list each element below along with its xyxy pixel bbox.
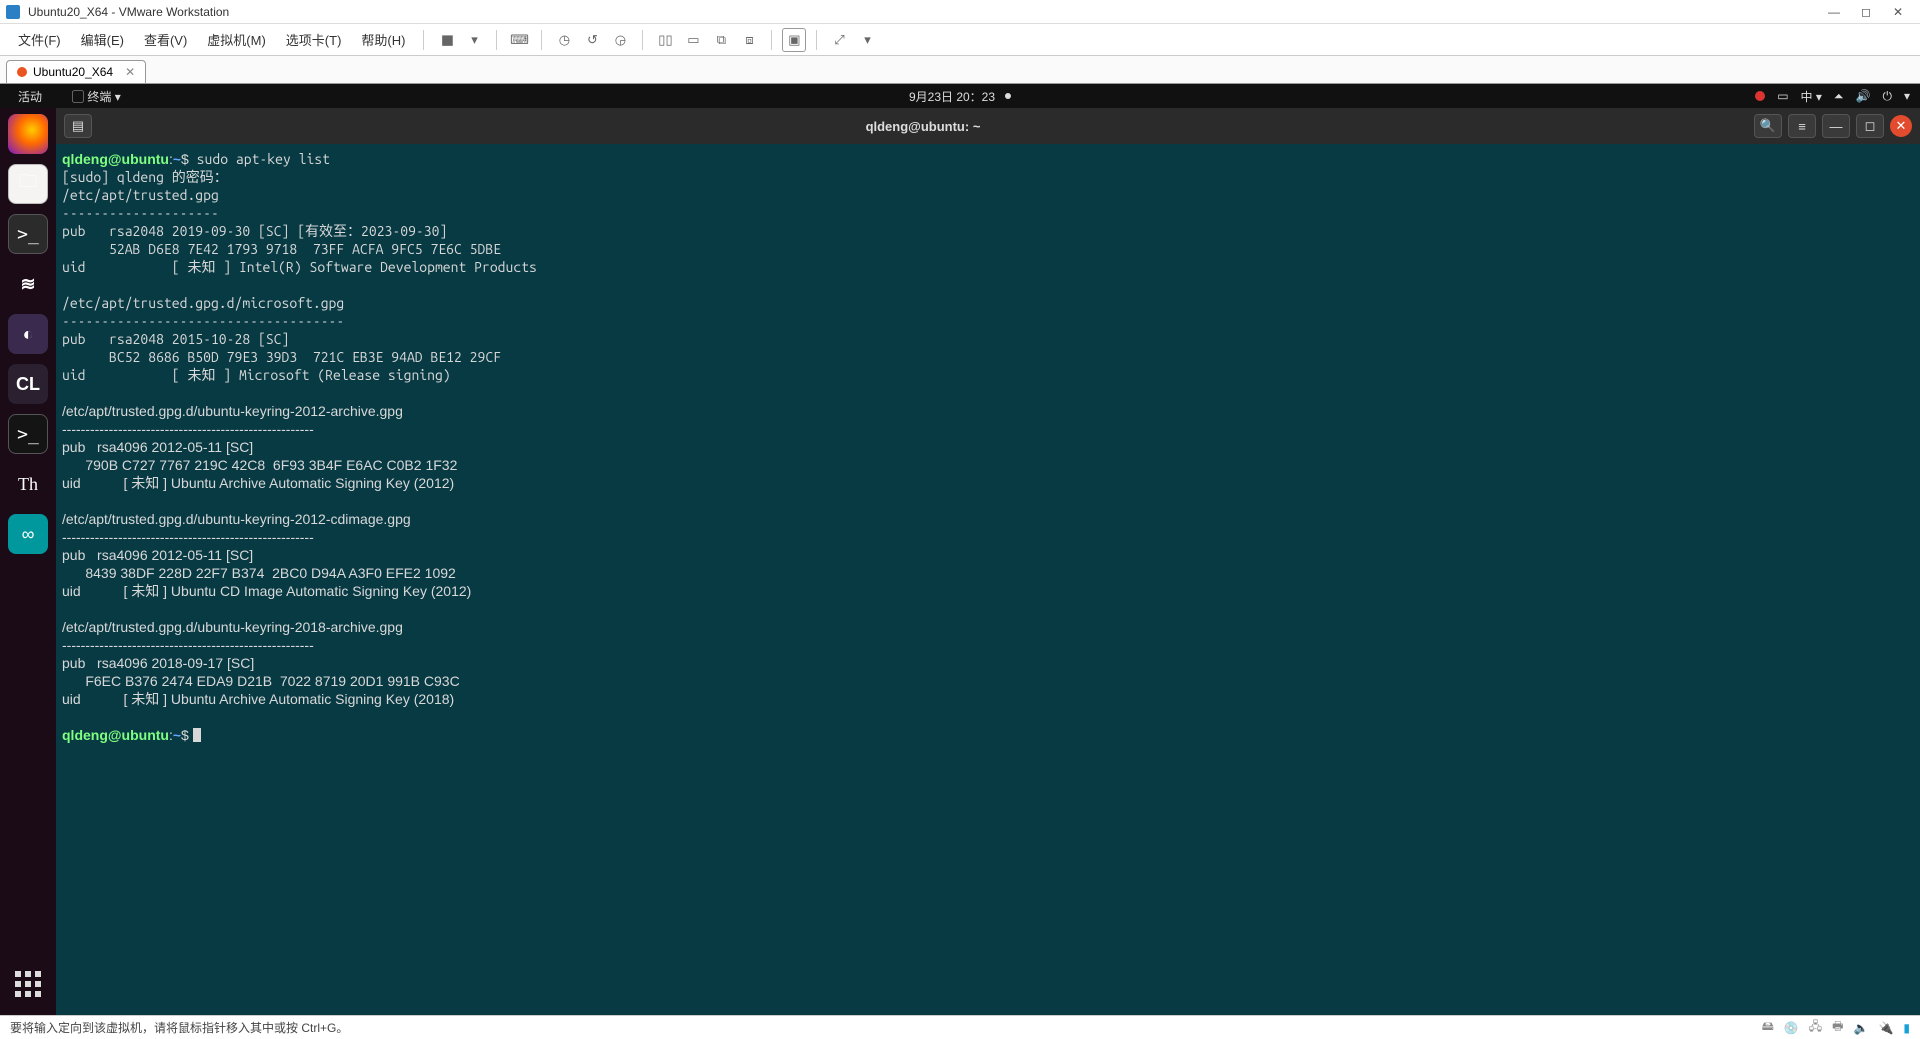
terminal-new-tab-button[interactable]: ▤ (64, 114, 92, 138)
system-menu-arrow-icon[interactable]: ▾ (1904, 89, 1910, 103)
ubuntu-icon (17, 67, 27, 77)
host-statusbar: 要将输入定向到该虚拟机，请将鼠标指针移入其中或按 Ctrl+G。 🖴 💿 🖧 🖶… (0, 1015, 1920, 1039)
menu-edit[interactable]: 编辑(E) (73, 26, 132, 53)
menu-file[interactable]: 文件(F) (10, 26, 69, 53)
vm-tab-label: Ubuntu20_X64 (33, 65, 113, 79)
accessibility-icon[interactable]: ▭ (1777, 89, 1788, 103)
terminal-close-button[interactable]: ✕ (1890, 115, 1912, 137)
host-tabbar: Ubuntu20_X64 ✕ (0, 56, 1920, 84)
vmware-icon (6, 5, 20, 19)
network-icon[interactable]: ⏶ (1834, 89, 1844, 104)
terminal-search-button[interactable]: 🔍 (1754, 114, 1782, 138)
dock-files[interactable]: 🗀 (8, 164, 48, 204)
view-console-only-button[interactable]: ▣ (782, 28, 806, 52)
device-sound-icon[interactable]: 🔈 (1853, 1021, 1868, 1035)
snapshot-manage-button[interactable]: ◶ (608, 28, 632, 52)
volume-icon[interactable]: 🔊 (1856, 89, 1871, 103)
terminal-window: ▤ qldeng@ubuntu: ~ 🔍 ≡ — ◻ ✕ qldeng@ubun… (56, 108, 1920, 1015)
gnome-dock: 🗀 >_ ≋ ◐ CL >_ Th ∞ (0, 108, 56, 1015)
host-maximize-button[interactable]: ◻ (1850, 5, 1882, 19)
host-status-text: 要将输入定向到该虚拟机，请将鼠标指针移入其中或按 Ctrl+G。 (10, 1019, 348, 1036)
gnome-topbar: 活动 ▢ 终端 ▾ 9月23日 20：23 ▭ 中 ▾ ⏶ 🔊 ⏻ ▾ (0, 84, 1920, 108)
notification-dot-icon (1005, 93, 1011, 99)
power-icon[interactable]: ⏻ (1882, 89, 1892, 104)
view-single-button[interactable]: ▯▯ (653, 28, 677, 52)
vm-pause-button[interactable]: ▮▮ (434, 28, 458, 52)
device-usb-icon[interactable]: 🔌 (1878, 1021, 1893, 1035)
device-cd-icon[interactable]: 💿 (1784, 1021, 1799, 1035)
gnome-activities[interactable]: 活动 (10, 86, 50, 107)
vm-tab[interactable]: Ubuntu20_X64 ✕ (6, 60, 146, 83)
dock-show-apps[interactable] (15, 971, 41, 997)
gnome-appmenu[interactable]: ▢ 终端 ▾ (64, 86, 129, 107)
recording-indicator-icon[interactable] (1755, 91, 1765, 101)
host-titlebar: Ubuntu20_X64 - VMware Workstation — ◻ ✕ (0, 0, 1920, 24)
host-menubar: 文件(F) 编辑(E) 查看(V) 虚拟机(M) 选项卡(T) 帮助(H) ▮▮… (0, 24, 1920, 56)
terminal-menu-button[interactable]: ≡ (1788, 114, 1816, 138)
menu-vm[interactable]: 虚拟机(M) (199, 26, 274, 53)
dock-clion[interactable]: CL (8, 364, 48, 404)
gnome-clock[interactable]: 9月23日 20：23 (909, 88, 995, 105)
menu-help[interactable]: 帮助(H) (353, 26, 413, 53)
vm-tab-close[interactable]: ✕ (125, 65, 135, 79)
terminal-minimize-button[interactable]: — (1822, 114, 1850, 138)
menu-tabs[interactable]: 选项卡(T) (278, 26, 350, 53)
terminal-title: qldeng@ubuntu: ~ (98, 119, 1748, 134)
message-log-icon[interactable]: ▮ (1903, 1021, 1910, 1035)
view-console-button[interactable]: ▭ (681, 28, 705, 52)
device-printer-icon[interactable]: 🖶 (1832, 1017, 1843, 1038)
view-quick-button[interactable]: ⧈ (737, 28, 761, 52)
dock-firefox[interactable] (8, 114, 48, 154)
dock-terminal2[interactable]: >_ (8, 414, 48, 454)
dock-font-app[interactable]: Th (8, 464, 48, 504)
host-minimize-button[interactable]: — (1818, 5, 1850, 19)
snapshot-take-button[interactable]: ◷ (552, 28, 576, 52)
device-hdd-icon[interactable]: 🖴 (1762, 1017, 1774, 1038)
terminal-body[interactable]: qldeng@ubuntu:~$ sudo apt-key list [sudo… (56, 144, 1920, 1015)
snapshot-revert-button[interactable]: ↺ (580, 28, 604, 52)
terminal-maximize-button[interactable]: ◻ (1856, 114, 1884, 138)
host-close-button[interactable]: ✕ (1882, 5, 1914, 19)
host-title: Ubuntu20_X64 - VMware Workstation (28, 5, 229, 19)
vm-screen: 活动 ▢ 终端 ▾ 9月23日 20：23 ▭ 中 ▾ ⏶ 🔊 ⏻ ▾ 🗀 >_… (0, 84, 1920, 1015)
device-net-icon[interactable]: 🖧 (1809, 1017, 1822, 1038)
fullscreen-dropdown[interactable]: ▾ (855, 28, 879, 52)
view-unity-button[interactable]: ⧉ (709, 28, 733, 52)
ime-indicator[interactable]: 中 ▾ (1801, 88, 1822, 105)
send-ctrl-alt-del-button[interactable]: ⌨ (507, 28, 531, 52)
dock-terminal[interactable]: >_ (8, 214, 48, 254)
dock-arduino[interactable]: ∞ (8, 514, 48, 554)
fullscreen-button[interactable]: ⤢ (827, 28, 851, 52)
dock-eclipse[interactable]: ◐ (8, 314, 48, 354)
vm-pause-dropdown[interactable]: ▾ (462, 28, 486, 52)
menu-view[interactable]: 查看(V) (136, 26, 195, 53)
terminal-headerbar: ▤ qldeng@ubuntu: ~ 🔍 ≡ — ◻ ✕ (56, 108, 1920, 144)
dock-vscode[interactable]: ≋ (8, 264, 48, 304)
